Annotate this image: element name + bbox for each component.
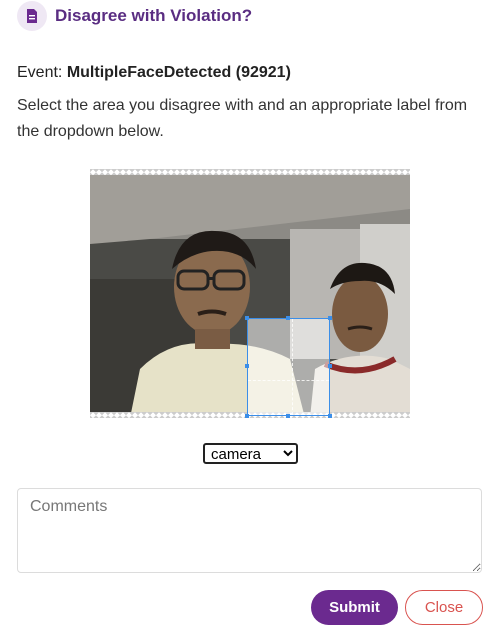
resize-handle-ne[interactable] (328, 316, 332, 320)
event-label: Event: (17, 64, 63, 81)
event-line: Event: MultipleFaceDetected (92921) (17, 64, 291, 82)
image-top-border (90, 169, 410, 175)
resize-handle-e[interactable] (328, 364, 332, 368)
selection-guide-h (248, 380, 329, 381)
selection-guide-v (292, 319, 293, 415)
violation-image[interactable] (90, 169, 410, 418)
instructions-text: Select the area you disagree with and an… (17, 97, 468, 140)
dialog-header: Disagree with Violation? (17, 0, 252, 32)
disagree-dialog: Disagree with Violation? Event: Multiple… (0, 0, 497, 640)
comments-field[interactable] (17, 488, 482, 573)
resize-handle-se[interactable] (328, 414, 332, 418)
resize-handle-s[interactable] (286, 414, 290, 418)
resize-handle-n[interactable] (286, 316, 290, 320)
selection-box[interactable] (245, 316, 332, 418)
resize-handle-w[interactable] (245, 364, 249, 368)
label-select-wrap: camera (203, 443, 298, 464)
close-button[interactable]: Close (405, 590, 483, 625)
event-value: MultipleFaceDetected (92921) (66, 64, 291, 81)
document-icon (17, 1, 47, 31)
resize-handle-sw[interactable] (245, 414, 249, 418)
resize-handle-nw[interactable] (245, 316, 249, 320)
label-select[interactable]: camera (203, 443, 298, 464)
submit-button[interactable]: Submit (311, 590, 398, 625)
dialog-title: Disagree with Violation? (55, 6, 253, 25)
